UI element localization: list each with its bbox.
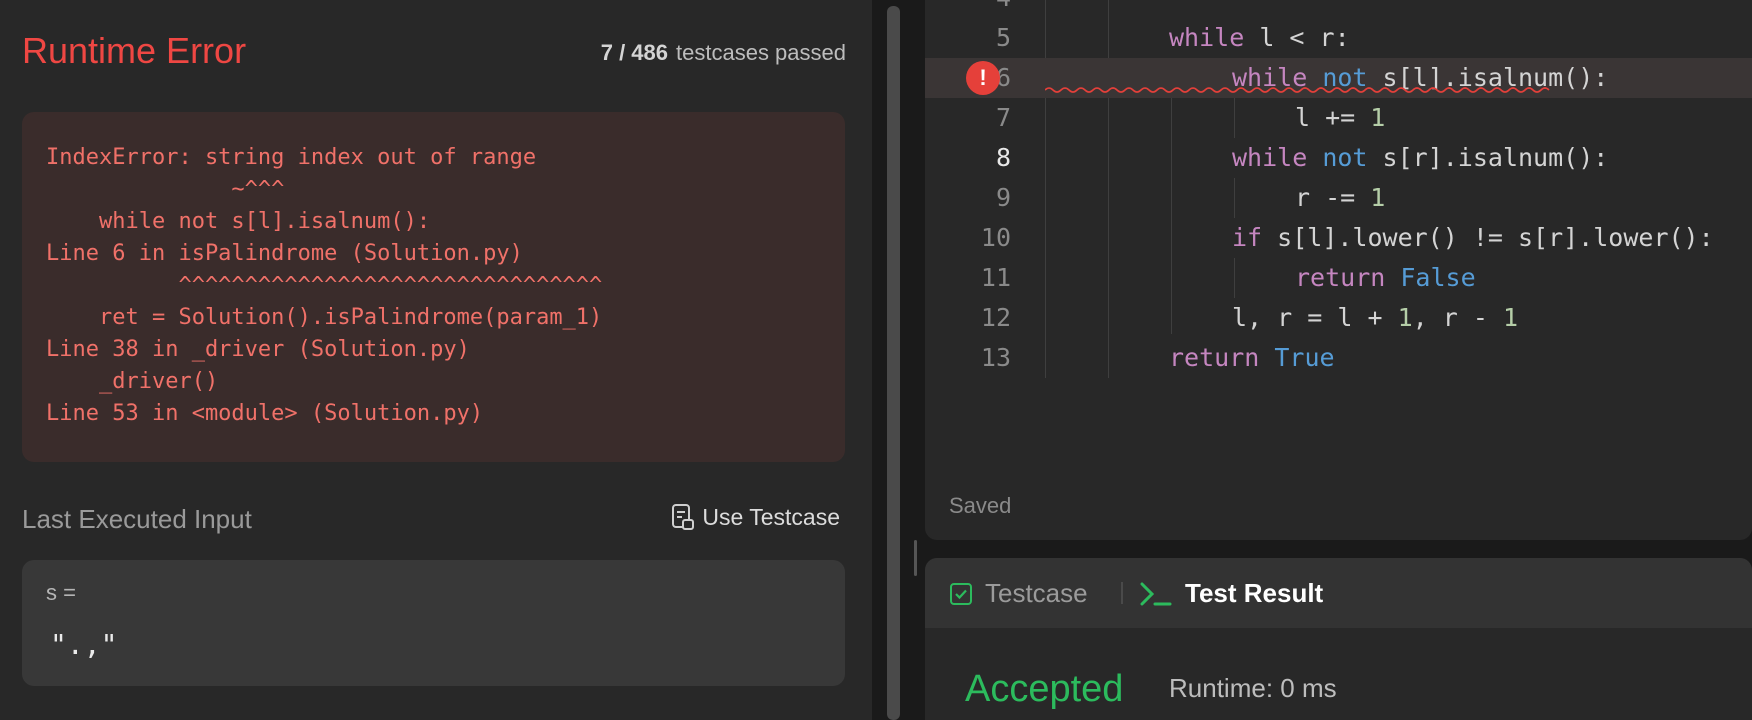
line-number: 4 xyxy=(925,0,1011,18)
code-text: return False xyxy=(1295,263,1476,292)
console-tabs: Testcase Test Result xyxy=(925,558,1752,628)
left-panel-scrollbar[interactable] xyxy=(887,6,900,720)
input-variable-name: s = xyxy=(46,580,76,605)
code-text: return True xyxy=(1169,343,1335,372)
testcases-passed-summary: 7 / 486 testcases passed xyxy=(601,40,846,66)
code-line: 13 return True xyxy=(925,338,1752,378)
code-editor[interactable]: 4 5 while l < r: 6 while not s[l].isalnu… xyxy=(925,0,1752,540)
line-number: 13 xyxy=(980,343,1011,372)
error-marker-icon[interactable]: ! xyxy=(966,61,1000,95)
code-text: while l < r: xyxy=(1169,23,1350,52)
tab-testcase[interactable]: Testcase xyxy=(949,578,1088,609)
error-squiggle-underline xyxy=(1045,87,1550,93)
tab-separator xyxy=(1121,582,1123,604)
panel-divider xyxy=(904,0,914,720)
code-line: 7 l += 1 xyxy=(925,98,1752,138)
code-text: r -= 1 xyxy=(1295,183,1386,212)
code-line: 9 r -= 1 xyxy=(925,178,1752,218)
use-testcase-label: Use Testcase xyxy=(702,503,840,530)
accepted-status: Accepted xyxy=(965,668,1124,710)
code-text: l += 1 xyxy=(1295,103,1386,132)
line-number: 5 xyxy=(995,23,1011,52)
line-number: 9 xyxy=(995,183,1011,212)
code-line: 10 if s[l].lower() != s[r].lower(): xyxy=(925,218,1752,258)
runtime-value: Runtime: 0 ms xyxy=(1169,673,1337,703)
panel-resize-handle[interactable] xyxy=(914,540,917,576)
line-number: 8 xyxy=(995,143,1011,172)
code-line: 11 return False xyxy=(925,258,1752,298)
code-line: 4 xyxy=(925,0,1752,18)
passed-count: 7 / 486 xyxy=(600,40,669,65)
code-line: 8 while not s[r].isalnum(): xyxy=(925,138,1752,178)
code-text: while not s[r].isalnum(): xyxy=(1232,143,1609,172)
use-testcase-icon xyxy=(672,504,695,530)
submission-result-panel: Runtime Error 7 / 486 testcases passed In… xyxy=(0,0,872,720)
runtime-error-title: Runtime Error xyxy=(22,30,247,71)
line-number: 10 xyxy=(980,223,1011,252)
last-executed-input-label: Last Executed Input xyxy=(22,504,252,534)
code-line: 5 while l < r: xyxy=(925,18,1752,58)
error-traceback-box: IndexError: string index out of range ~^… xyxy=(22,112,845,462)
line-number: 11 xyxy=(980,263,1011,292)
code-text: l, r = l + 1, r - 1 xyxy=(1232,303,1519,332)
tab-test-result-label: Test Result xyxy=(1185,578,1324,608)
line-number: 7 xyxy=(995,103,1011,132)
tab-test-result[interactable]: Test Result xyxy=(1139,578,1323,609)
code-line: 12 l, r = l + 1, r - 1 xyxy=(925,298,1752,338)
error-traceback: IndexError: string index out of range ~^… xyxy=(46,145,603,426)
use-testcase-button[interactable]: Use Testcase xyxy=(670,503,840,531)
passed-label: testcases passed xyxy=(676,40,846,65)
tab-testcase-label: Testcase xyxy=(985,578,1088,608)
last-input-box: s = ".," xyxy=(22,560,845,686)
code-text: if s[l].lower() != s[r].lower(): xyxy=(1232,223,1714,252)
console-panel: Testcase Test Result Accepted Runtime: 0… xyxy=(925,558,1752,720)
checkbox-icon xyxy=(950,582,972,605)
input-variable-value: ".," xyxy=(50,628,118,661)
line-number: 12 xyxy=(980,303,1011,332)
saved-status: Saved xyxy=(949,493,1012,518)
terminal-icon xyxy=(1140,582,1172,605)
